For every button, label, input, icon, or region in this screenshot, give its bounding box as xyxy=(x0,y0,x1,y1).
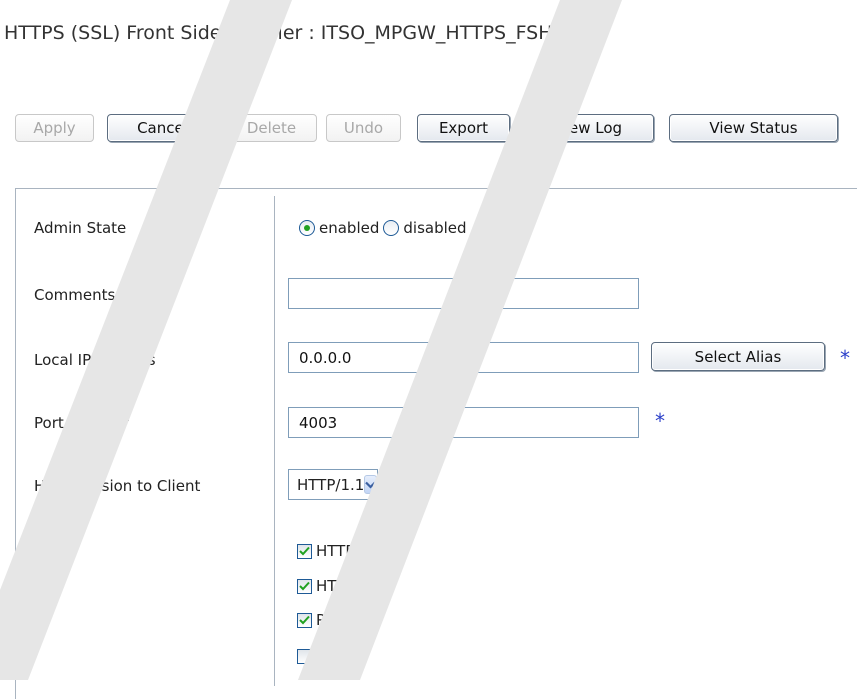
local-ip-input[interactable] xyxy=(288,342,639,373)
local-ip-label: Local IP Address xyxy=(34,351,156,369)
view-status-button[interactable]: View Status xyxy=(669,114,838,142)
admin-state-label: Admin State xyxy=(34,219,127,237)
get-checkbox[interactable] xyxy=(297,648,312,664)
post-checkbox[interactable] xyxy=(297,612,312,628)
http10-label[interactable]: HTTP/1.0 xyxy=(316,542,383,560)
http-version-selected: HTTP/1.1 xyxy=(297,475,365,494)
port-number-label: Port Number xyxy=(34,414,129,432)
comments-input[interactable] xyxy=(288,278,639,309)
chevron-down-icon[interactable] xyxy=(364,475,378,494)
status-badge: [up] xyxy=(562,28,594,43)
port-required-mark: * xyxy=(654,409,667,433)
admin-state-enabled-radio[interactable] xyxy=(299,220,315,236)
apply-button[interactable]: Apply xyxy=(15,114,94,142)
method-option: HTTP/1.1 xyxy=(297,576,383,596)
column-divider xyxy=(274,196,275,686)
method-option: POST xyxy=(297,610,356,630)
port-number-input[interactable] xyxy=(288,407,639,438)
export-button[interactable]: Export xyxy=(417,114,510,142)
http-version-label: HTTP Version to Client xyxy=(34,477,201,495)
comments-label: Comments xyxy=(34,286,116,304)
method-option: HTTP/1.0 xyxy=(297,541,383,561)
undo-button[interactable]: Undo xyxy=(326,114,401,142)
form-frame xyxy=(15,188,857,699)
get-label[interactable]: GET xyxy=(316,647,346,665)
http11-label[interactable]: HTTP/1.1 xyxy=(316,577,383,595)
delete-button[interactable]: Delete xyxy=(226,114,317,142)
post-label[interactable]: POST xyxy=(316,611,356,629)
select-alias-button[interactable]: Select Alias xyxy=(651,342,825,371)
page-title: HTTPS (SSL) Front Side Handler : ITSO_MP… xyxy=(4,22,594,44)
page-title-text: HTTPS (SSL) Front Side Handler : ITSO_MP… xyxy=(4,22,553,44)
http10-checkbox[interactable] xyxy=(297,543,312,559)
cancel-button[interactable]: Cancel xyxy=(107,114,218,142)
admin-state-disabled-radio[interactable] xyxy=(383,220,400,236)
admin-state-radio-group: enabled disabled xyxy=(299,218,471,238)
http11-checkbox[interactable] xyxy=(297,578,312,594)
radio-selected-dot xyxy=(304,225,310,231)
method-option: GET xyxy=(297,646,346,666)
local-ip-required-mark: * xyxy=(839,346,852,370)
admin-state-enabled-label[interactable]: enabled xyxy=(319,219,379,237)
admin-state-disabled-label[interactable]: disabled xyxy=(403,219,466,237)
http-version-select[interactable]: HTTP/1.1 xyxy=(288,469,378,500)
view-log-button[interactable]: View Log xyxy=(523,114,654,142)
